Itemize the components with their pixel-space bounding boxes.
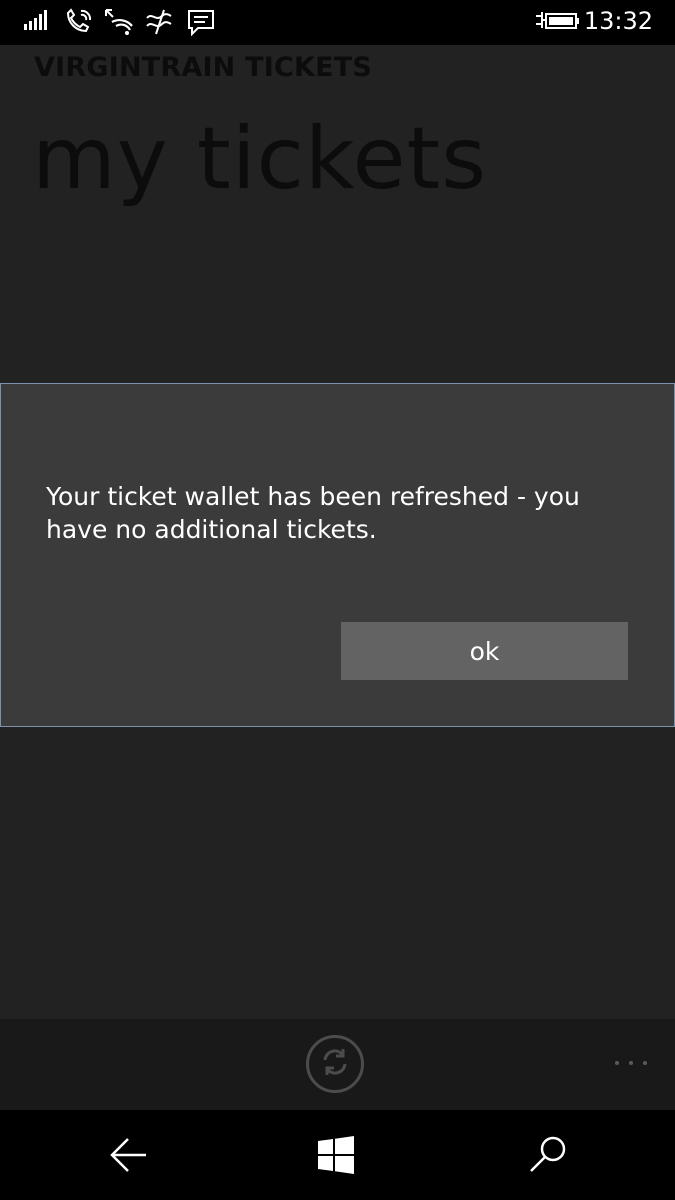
wifi-calling-icon [64, 8, 94, 38]
message-dialog: Your ticket wallet has been refreshed - … [0, 383, 675, 727]
wifi-icon [104, 8, 134, 38]
dialog-message: Your ticket wallet has been refreshed - … [46, 482, 580, 544]
refresh-button[interactable] [306, 1035, 364, 1093]
signal-bars-icon [24, 8, 52, 38]
back-arrow-icon[interactable] [103, 1130, 153, 1180]
search-icon[interactable] [523, 1130, 573, 1180]
page-title: my tickets [32, 109, 488, 209]
more-dot [629, 1061, 633, 1065]
more-icon[interactable] [615, 1055, 647, 1071]
navigation-bar [0, 1110, 675, 1200]
app-bar [0, 1019, 675, 1110]
message-icon [186, 8, 216, 38]
more-dot [615, 1061, 619, 1065]
data-sense-icon [144, 8, 174, 38]
more-dot [643, 1061, 647, 1065]
app-title: VIRGINTRAIN TICKETS [34, 52, 372, 83]
battery-charging-icon [534, 8, 582, 38]
refresh-icon [318, 1045, 352, 1083]
phone-screen: 13:32 VIRGINTRAIN TICKETS my tickets You… [0, 0, 675, 1200]
status-bar: 13:32 [0, 0, 675, 45]
windows-start-icon[interactable] [311, 1130, 361, 1180]
ok-button[interactable]: ok [341, 622, 628, 680]
clock: 13:32 [583, 7, 653, 35]
